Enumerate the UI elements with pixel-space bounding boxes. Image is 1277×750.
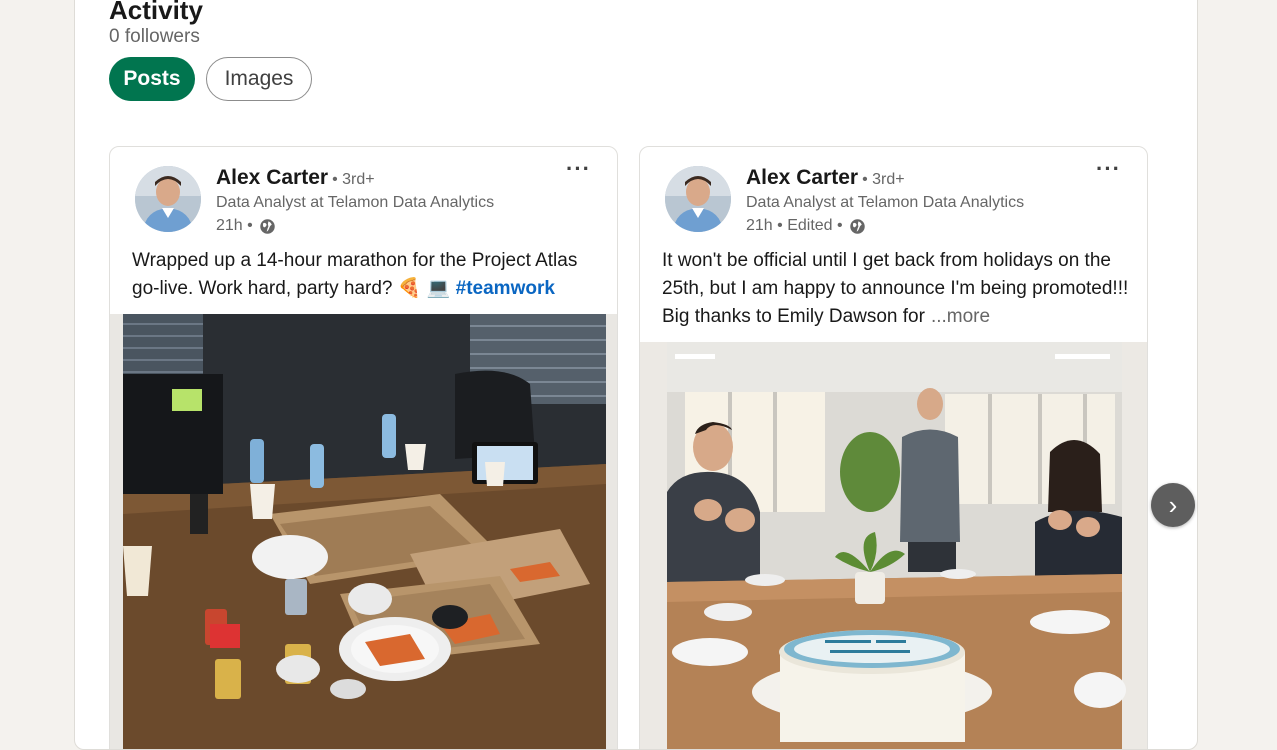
author-headline: Data Analyst at Telamon Data Analytics [746, 194, 1025, 211]
author-name[interactable]: Alex Carter • 3rd+ [746, 165, 905, 193]
avatar[interactable] [135, 166, 201, 232]
post-time: 21h • Edited • [746, 217, 843, 234]
connection-degree: • 3rd+ [332, 171, 375, 188]
post-text: Wrapped up a 14-hour marathon for the Pr… [132, 247, 602, 303]
connection-degree: • 3rd+ [862, 171, 905, 188]
globe-icon [260, 218, 275, 234]
post-meta: 21h • Edited • [746, 215, 866, 237]
post-meta: 21h • [216, 215, 276, 237]
post-body: It won't be official until I get back fr… [662, 250, 1129, 327]
post-image[interactable] [640, 342, 1147, 749]
author-headline: Data Analyst at Telamon Data Analytics [216, 194, 495, 211]
followers-count[interactable]: 0 followers [109, 25, 200, 49]
avatar[interactable] [665, 166, 731, 232]
tab-posts[interactable]: Posts [109, 57, 195, 101]
more-options-icon[interactable]: ··· [566, 158, 591, 180]
post-card[interactable]: Alex Carter • 3rd+ Data Analyst at Telamo… [639, 146, 1148, 749]
activity-title: Activity [109, 0, 203, 25]
activity-section: Activity 0 followers Posts Images Alex C… [74, 0, 1198, 750]
globe-icon [849, 218, 865, 234]
post-text: It won't be official until I get back fr… [662, 247, 1132, 331]
post-time: 21h • [216, 217, 253, 234]
author-name[interactable]: Alex Carter • 3rd+ [216, 165, 375, 193]
author-name-text[interactable]: Alex Carter [746, 166, 858, 189]
tab-images[interactable]: Images [206, 57, 312, 101]
carousel-next-button[interactable]: › [1151, 483, 1195, 527]
author-name-text[interactable]: Alex Carter [216, 166, 328, 189]
hashtag-link[interactable]: #teamwork [456, 278, 555, 299]
more-options-icon[interactable]: ··· [1096, 158, 1121, 180]
post-image[interactable] [110, 314, 617, 749]
see-more-link[interactable]: ...more [931, 306, 990, 327]
chevron-right-icon: › [1168, 489, 1178, 520]
post-card[interactable]: Alex Carter • 3rd+ Data Analyst at Telamo… [109, 146, 618, 749]
